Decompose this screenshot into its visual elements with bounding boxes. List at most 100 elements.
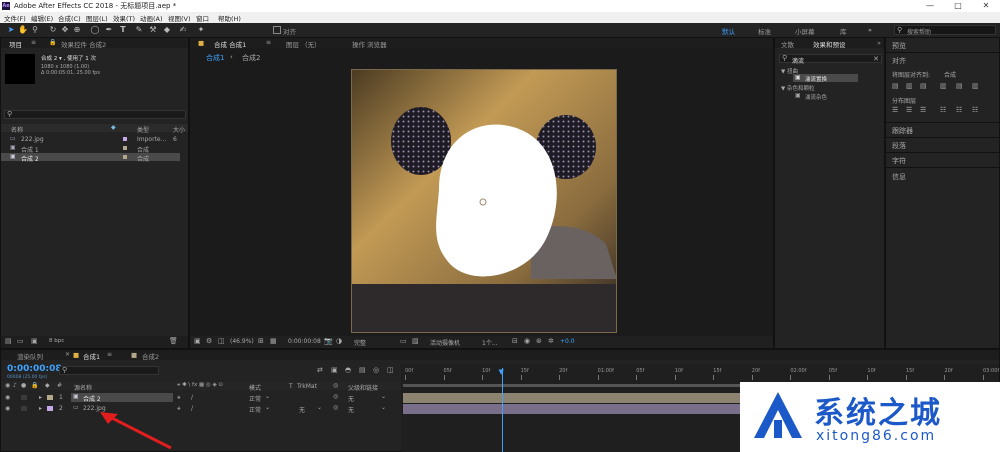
column-type[interactable]: 类型 [137, 125, 149, 134]
selection-tool-icon[interactable]: ➤ [6, 25, 16, 35]
menu-view[interactable]: 视图(V) [168, 13, 191, 23]
blend-mode-dropdown[interactable]: 正常 [249, 405, 261, 414]
menu-edit[interactable]: 编辑(E) [31, 13, 53, 23]
distribute-vcenter-icon[interactable]: ☰ [906, 106, 912, 114]
clone-stamp-tool-icon[interactable]: ⚒ [148, 25, 158, 35]
more-workspaces-icon[interactable]: » [868, 26, 872, 34]
align-section[interactable]: 对齐 [892, 56, 906, 66]
tab-flowchart[interactable]: 操作 浏览器 [352, 39, 387, 49]
comp-mini-flowchart-icon[interactable]: ⇄ [317, 366, 323, 374]
parent-dropdown[interactable]: 无 [348, 394, 354, 403]
render-options-icon[interactable]: ⚙ [206, 337, 212, 345]
layer-label-color[interactable] [47, 406, 53, 411]
align-checkbox[interactable] [273, 26, 281, 34]
draft-3d-icon[interactable]: ▣ [331, 366, 338, 374]
brush-tool-icon[interactable]: ✎ [134, 25, 144, 35]
close-tab-icon[interactable]: ✕ [65, 351, 70, 358]
time-ruler[interactable]: 00f 05f 10f 15f 20f 01:00f 05f 10f 15f 20f 02:00f 0… [401, 368, 999, 382]
workspace-default[interactable]: 默认 [722, 26, 735, 36]
collapse-transform-icon[interactable]: ⚹ [177, 405, 181, 413]
column-trkmat[interactable]: TrkMat [297, 383, 317, 390]
project-row[interactable]: ▭ 222.jpg Importe... 6 [1, 135, 188, 143]
align-top-icon[interactable]: ▥ [940, 82, 947, 90]
hand-tool-icon[interactable]: ✋ [18, 25, 28, 35]
timeline-tab-menu-icon[interactable]: ≡ [107, 351, 112, 358]
expand-arrow-icon[interactable]: ▸ [39, 405, 42, 412]
snapshot-icon[interactable]: 📷 [324, 337, 333, 345]
transparency-grid-icon[interactable]: ▦ [270, 337, 277, 345]
puppet-tool-icon[interactable]: ✦ [196, 25, 206, 35]
workspace-library[interactable]: 库 [840, 26, 847, 36]
show-channel-icon[interactable]: ◑ [336, 337, 342, 345]
trkmat-dropdown[interactable]: 无 [299, 405, 305, 414]
type-tool-icon[interactable]: T [118, 25, 128, 35]
layer-name-cell[interactable]: ▣ 合成 2 [71, 393, 173, 403]
frame-blending-icon[interactable]: ▤ [359, 366, 366, 374]
zoom-dropdown[interactable]: (46.9%) [230, 338, 254, 345]
graph-editor-icon[interactable]: ◫ [387, 366, 394, 374]
motion-blur-icon[interactable]: ◎ [373, 366, 379, 374]
region-of-interest-icon[interactable]: ⊞ [258, 337, 264, 345]
column-name[interactable]: 名称 [11, 125, 23, 134]
breadcrumb-comp2[interactable]: 合成2 [242, 53, 260, 63]
column-t[interactable]: T [289, 383, 293, 390]
tab-project[interactable]: 项目 [9, 39, 22, 49]
solo-toggle[interactable] [21, 395, 27, 400]
blend-mode-dropdown[interactable]: 正常 [249, 394, 261, 403]
pan-behind-tool-icon[interactable]: ⊕ [72, 25, 82, 35]
effect-item-selected[interactable]: ▣ 湍流置换 [793, 74, 858, 83]
tab-effects-presets[interactable]: 效果和预设 [813, 39, 846, 49]
distribute-hcenter-icon[interactable]: ☷ [956, 106, 962, 114]
timeline-layer-row[interactable]: ◉ ▸ 2 ▭ 222.jpg ⚹ / 正常 ⌄ 无 ⌄ ◎ 无 ⌄ [1, 404, 401, 414]
distribute-left-icon[interactable]: ☷ [940, 106, 946, 114]
align-to-dropdown[interactable]: 合成 [944, 70, 956, 79]
timeline-layer-row[interactable]: ◉ ▸ 1 ▣ 合成 2 ⚹ / 正常 ⌄ ◎ 无 ⌄ [1, 393, 401, 403]
quality-switch-icon[interactable]: / [191, 394, 193, 401]
camera-tool-icon[interactable]: ✥ [60, 25, 70, 35]
visibility-eye-icon[interactable]: ◉ [5, 394, 10, 401]
column-mode[interactable]: 模式 [249, 383, 261, 392]
info-section[interactable]: 信息 [892, 172, 906, 182]
pickwhip-icon[interactable]: ◎ [333, 393, 338, 400]
align-vcenter-icon[interactable]: ▤ [956, 82, 963, 90]
tab-effect-controls[interactable]: 效果控件 合成2 [61, 39, 106, 49]
fast-preview-icon[interactable]: ▭ [400, 337, 407, 345]
tab-layer[interactable]: 图层 （无） [286, 39, 321, 49]
expand-panel-icon[interactable]: » [877, 39, 881, 47]
roto-brush-tool-icon[interactable]: ✍ [178, 25, 188, 35]
menu-window[interactable]: 窗口 [196, 13, 209, 23]
interpret-footage-icon[interactable]: ▤ [5, 337, 12, 345]
flowchart-icon[interactable]: ⊛ [536, 337, 542, 345]
distribute-right-icon[interactable]: ☷ [972, 106, 978, 114]
effects-category-noise[interactable]: ▼ 杂色和颗粒 [775, 83, 884, 92]
layer-label-color[interactable] [47, 395, 53, 400]
menu-animation[interactable]: 动画(A) [140, 13, 163, 23]
eraser-tool-icon[interactable]: ◆ [162, 25, 172, 35]
exposure-value[interactable]: +0.0 [560, 338, 575, 345]
collapse-transform-icon[interactable]: ⚹ [177, 394, 181, 402]
effects-category-distort[interactable]: ▼ 扭曲 [775, 66, 884, 75]
menu-composition[interactable]: 合成(C) [58, 13, 81, 23]
project-tab-menu-icon[interactable]: ≡ [31, 39, 36, 46]
tab-render-queue[interactable]: 渲染队列 [17, 351, 43, 361]
mask-tool-icon[interactable]: ◯ [90, 25, 100, 35]
help-search-field[interactable]: ⚲ 搜索帮助 [894, 25, 996, 36]
workspace-small-screen[interactable]: 小屏幕 [795, 26, 815, 36]
close-button[interactable]: ✕ [972, 0, 1000, 12]
always-preview-icon[interactable]: ▣ [194, 337, 201, 345]
composition-tab-menu-icon[interactable]: ≡ [266, 39, 271, 46]
project-search-input[interactable]: ⚲ [4, 110, 186, 119]
camera-dropdown[interactable]: 活动摄像机 [430, 338, 460, 347]
resolution-dropdown[interactable]: 完整 [354, 338, 366, 347]
character-section[interactable]: 字符 [892, 156, 906, 166]
visibility-eye-icon[interactable]: ◉ [5, 405, 10, 412]
new-folder-icon[interactable]: ▭ [17, 337, 24, 345]
exposure-reset-icon[interactable]: ✲ [548, 337, 554, 345]
tab-timeline-comp1[interactable]: 合成1 [83, 351, 100, 361]
lock-icon[interactable]: 🔒 [49, 39, 56, 46]
grid-icon[interactable]: ⊟ [512, 337, 518, 345]
current-time-field[interactable]: 0:00:00:08 [288, 338, 321, 345]
zoom-tool-icon[interactable]: ⚲ [30, 25, 40, 35]
bit-depth-button[interactable]: 8 bpc [49, 338, 64, 344]
align-bottom-icon[interactable]: ▥ [972, 82, 979, 90]
